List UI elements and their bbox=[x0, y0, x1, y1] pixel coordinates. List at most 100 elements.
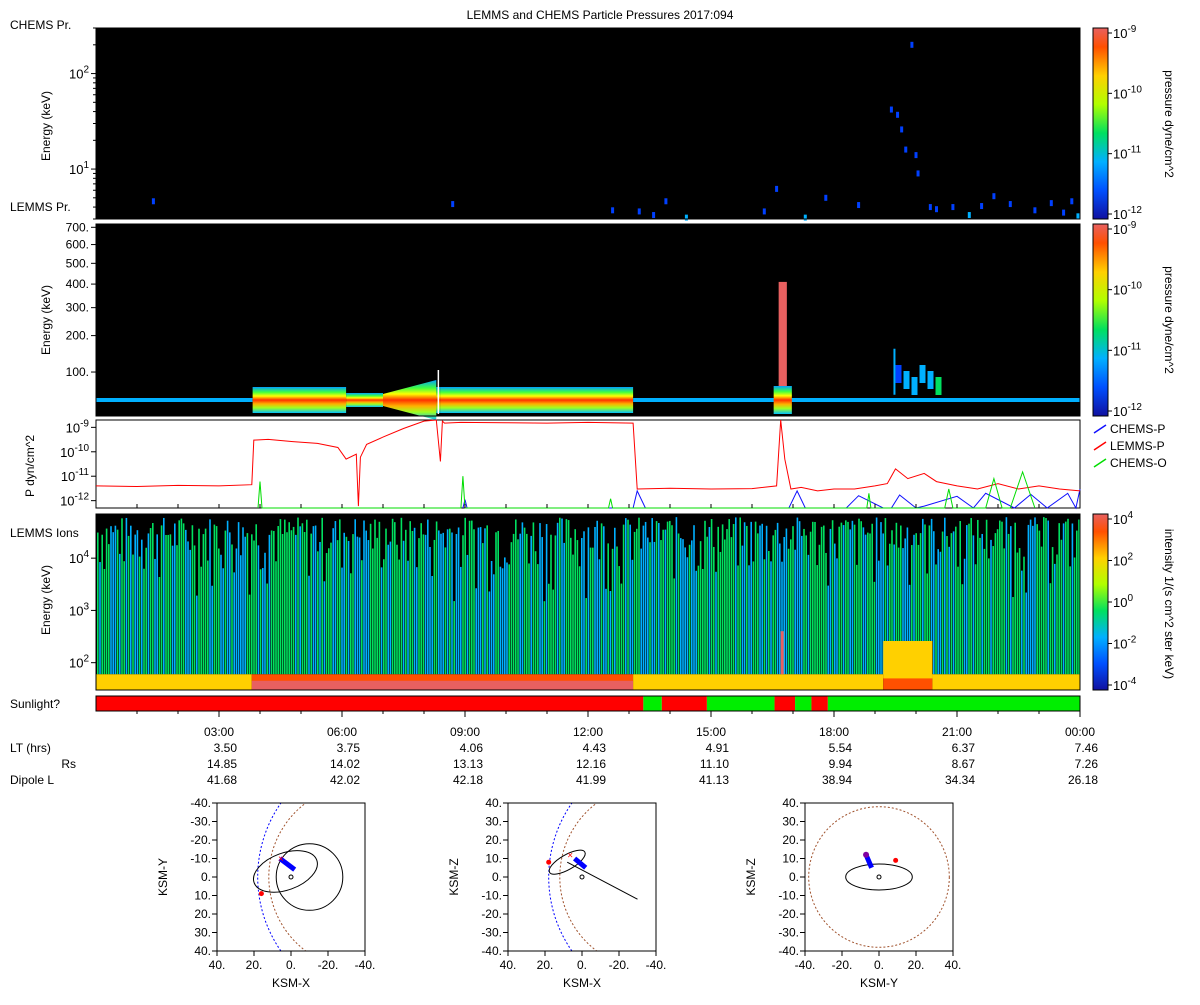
heat-streak bbox=[702, 568, 704, 675]
heat-streak bbox=[191, 525, 194, 675]
orbit-ylabel: KSM-Z bbox=[744, 858, 758, 895]
heat-streak bbox=[644, 521, 647, 675]
orbit-x-tick-label: -20. bbox=[609, 958, 630, 972]
heat-streak bbox=[801, 535, 803, 675]
legend-swatch bbox=[1093, 441, 1107, 451]
heat-streak bbox=[609, 591, 612, 675]
panel-bg bbox=[96, 28, 1080, 219]
heat-streak bbox=[266, 583, 268, 675]
orbit-x-tick-label: -40. bbox=[355, 958, 376, 972]
heat-streak bbox=[992, 546, 994, 675]
heat-streak bbox=[858, 518, 860, 675]
heat-streak bbox=[204, 528, 207, 675]
heat-streak bbox=[136, 530, 139, 675]
heat-cell bbox=[824, 194, 828, 201]
heat-streak bbox=[121, 518, 123, 675]
heat-cell bbox=[1076, 213, 1080, 220]
heat-streak bbox=[273, 530, 275, 675]
ephemeris-value: 11.10 bbox=[700, 757, 729, 771]
heat-streak bbox=[396, 544, 398, 675]
heat-streak bbox=[785, 528, 788, 675]
heat-cell bbox=[611, 207, 615, 214]
heat-streak bbox=[248, 594, 251, 675]
lemms-ylabel: Energy (keV) bbox=[39, 285, 53, 355]
colorbar-chems-label: pressure dyne/cm^2 bbox=[1162, 70, 1176, 178]
heat-streak bbox=[499, 566, 502, 675]
heat-streak bbox=[823, 525, 825, 675]
heat-streak bbox=[292, 526, 295, 675]
heat-streak bbox=[836, 558, 838, 675]
heat-streak bbox=[215, 526, 218, 675]
heat-streak bbox=[851, 520, 854, 675]
orbit-path bbox=[275, 843, 344, 911]
heat-cell bbox=[900, 126, 904, 133]
heat-streak bbox=[583, 531, 585, 675]
colorbar-tick-label: 104 bbox=[1113, 510, 1133, 527]
heat-streak bbox=[1071, 523, 1074, 675]
heat-streak bbox=[413, 527, 416, 675]
heat-streak bbox=[666, 521, 669, 675]
heat-band bbox=[932, 674, 1080, 690]
heat-streak bbox=[317, 551, 319, 675]
heat-streak bbox=[640, 548, 642, 675]
heat-streak bbox=[253, 540, 255, 675]
heat-streak bbox=[99, 562, 101, 675]
heat-streak bbox=[257, 545, 260, 675]
heat-streak bbox=[812, 521, 814, 675]
colorbar-tick-label: 10-9 bbox=[1113, 24, 1137, 41]
heat-streak bbox=[409, 521, 411, 675]
heat-streak bbox=[279, 519, 282, 675]
heat-streak bbox=[167, 534, 169, 675]
orbit-y-tick-label: -10. bbox=[190, 852, 211, 866]
heat-streak bbox=[200, 566, 202, 675]
heat-cell bbox=[1008, 201, 1012, 208]
heat-cell bbox=[904, 146, 908, 153]
heat-streak bbox=[1067, 518, 1069, 675]
colorbar-gradient bbox=[1092, 223, 1109, 417]
heat-streak bbox=[750, 521, 752, 675]
colorbar-tick-label: 100 bbox=[1113, 593, 1133, 610]
colorbar-ions: 104 102 100 10-2 10-4 bbox=[1092, 510, 1137, 693]
sunlight-segment bbox=[774, 696, 796, 711]
orbit-x-tick-label: 20. bbox=[246, 958, 263, 972]
y-tick-label: 104 bbox=[69, 549, 89, 566]
ephemeris-value: 4.91 bbox=[706, 741, 730, 755]
heat-streak bbox=[154, 558, 156, 675]
ephemeris-value: 41.99 bbox=[576, 773, 606, 787]
heat-streak bbox=[429, 546, 431, 675]
ephemeris-value: 4.06 bbox=[460, 741, 484, 755]
heat-streak bbox=[983, 548, 986, 675]
heat-streak bbox=[719, 551, 722, 675]
start-marker bbox=[863, 851, 870, 858]
heat-streak bbox=[466, 554, 469, 675]
heat-streak bbox=[400, 517, 403, 675]
ephemeris-value: 12.16 bbox=[576, 757, 606, 771]
heat-streak bbox=[814, 521, 816, 675]
heat-streak bbox=[347, 540, 350, 675]
heat-blob bbox=[927, 371, 934, 389]
heat-streak bbox=[1007, 533, 1010, 675]
heat-streak bbox=[222, 568, 224, 675]
y-tick-label: 100. bbox=[66, 365, 89, 379]
heat-streak bbox=[145, 547, 147, 675]
heat-streak bbox=[103, 568, 106, 675]
heat-streak bbox=[457, 527, 460, 675]
heat-spike bbox=[780, 631, 784, 675]
heat-streak bbox=[306, 519, 308, 675]
time-tick-label: 06:00 bbox=[327, 725, 357, 739]
time-tick-label: 12:00 bbox=[573, 725, 603, 739]
heat-cell bbox=[889, 106, 893, 113]
heat-streak bbox=[957, 566, 959, 675]
heat-streak bbox=[134, 534, 136, 675]
heat-cell bbox=[684, 214, 688, 221]
heat-streak bbox=[473, 529, 475, 675]
heat-streak bbox=[616, 546, 618, 675]
heat-streak bbox=[493, 574, 495, 675]
ephemeris-value: 41.68 bbox=[207, 773, 237, 787]
heat-streak bbox=[270, 530, 273, 675]
x-marker: × bbox=[567, 851, 573, 862]
magnetopause-boundary bbox=[808, 806, 950, 948]
heat-blob bbox=[903, 371, 910, 389]
heat-streak bbox=[721, 524, 724, 675]
heat-cell bbox=[928, 204, 932, 211]
